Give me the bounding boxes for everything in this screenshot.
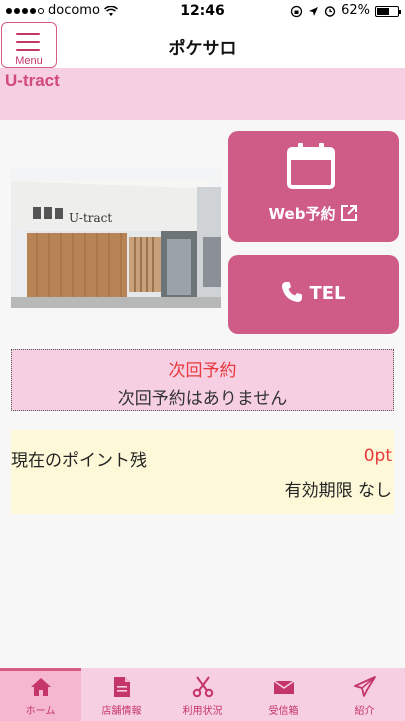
shop-photo: U-tract — [11, 167, 221, 308]
status-bar: docomo 12:46 62% — [0, 0, 405, 22]
external-link-icon — [341, 205, 358, 221]
tab-label: ホーム — [25, 706, 56, 717]
orientation-lock-icon — [290, 5, 303, 17]
battery-icon — [375, 5, 401, 17]
next-reservation-box: 次回予約 次回予約はありません — [11, 349, 394, 411]
shop-name: U-tract — [5, 71, 60, 90]
tel-label: TEL — [309, 283, 346, 304]
paper-plane-icon — [353, 676, 376, 697]
web-reservation-label-row: Web予約 — [228, 203, 399, 224]
tab-label: 店舗情報 — [101, 706, 142, 717]
tab-referral[interactable]: 紹介 — [324, 668, 405, 721]
battery-percent: 62% — [341, 3, 370, 18]
next-reservation-text: 次回予約はありません — [117, 389, 288, 409]
tab-home[interactable]: ホーム — [0, 668, 81, 721]
envelope-icon — [273, 680, 294, 694]
points-value: 0pt — [363, 446, 392, 466]
location-icon — [309, 6, 319, 16]
status-right: 62% — [290, 0, 401, 22]
shop-sign-text: U-tract — [69, 211, 112, 225]
calendar-icon — [287, 143, 335, 189]
page-title: ポケサロ — [168, 39, 237, 59]
nav-bar: Menu ポケサロ — [0, 22, 405, 68]
tab-usage[interactable]: 利用状況 — [162, 668, 243, 721]
document-icon — [113, 677, 130, 697]
alarm-icon — [324, 6, 336, 17]
tel-label-row: TEL — [228, 281, 399, 304]
tab-shop-info[interactable]: 店舗情報 — [81, 668, 162, 721]
tab-bar: ホーム 店舗情報 利用状況 受信箱 紹介 — [0, 668, 405, 721]
points-box: 現在のポイント残 0pt 有効期限 なし — [11, 430, 394, 514]
points-label: 現在のポイント残 — [11, 451, 147, 471]
phone-icon — [282, 282, 303, 302]
tab-label: 利用状況 — [182, 706, 223, 717]
next-reservation-title: 次回予約 — [168, 361, 237, 381]
scissors-icon — [192, 676, 213, 698]
web-reservation-button[interactable]: Web予約 — [228, 131, 399, 242]
tab-label: 受信箱 — [268, 706, 299, 717]
home-icon — [30, 678, 51, 696]
tab-label: 紹介 — [354, 706, 375, 717]
points-expiry: 有効期限 なし — [284, 481, 392, 501]
tab-inbox[interactable]: 受信箱 — [243, 668, 324, 721]
web-reservation-label: Web予約 — [268, 205, 336, 223]
shop-header: U-tract — [0, 68, 405, 120]
tel-button[interactable]: TEL — [228, 255, 399, 334]
